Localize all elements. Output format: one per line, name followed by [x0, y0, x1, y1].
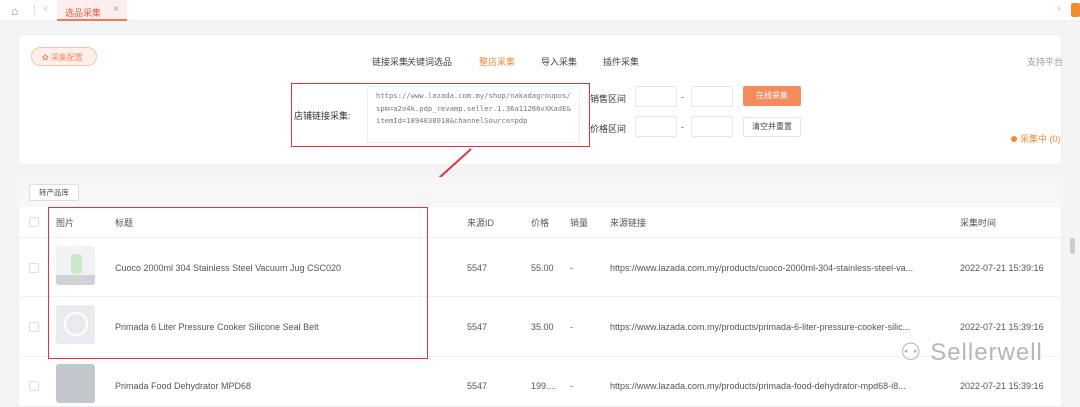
watermark-text: Sellerwell [930, 339, 1043, 366]
side-panel-toggle[interactable] [1071, 3, 1080, 17]
header-collect-time: 采集时间 [960, 218, 997, 228]
support-platform-link[interactable]: 支持平台 [1027, 55, 1063, 68]
header-price: 价格 [531, 218, 550, 228]
tab-product-collection[interactable]: 选品采集 × [57, 0, 127, 21]
sales-max-input[interactable] [691, 86, 733, 107]
status-text: 采集中 (0) [1020, 134, 1061, 144]
home-icon[interactable]: ⌂ [11, 4, 18, 18]
watermark: ⚇ Sellerwell [900, 338, 1043, 367]
gear-icon: ✿ [42, 53, 51, 62]
source-id: 5547 [467, 263, 488, 273]
select-all-checkbox[interactable] [29, 217, 39, 227]
header-source-link: 来源链接 [610, 218, 647, 228]
collecting-status[interactable]: 采集中 (0) [1011, 132, 1061, 145]
tab-bar [0, 0, 1080, 21]
row-checkbox[interactable] [29, 322, 39, 332]
store-link-label: 店铺链接采集: [294, 111, 351, 121]
collect-time: 2022-07-21 15:39:16 [960, 322, 1044, 332]
range-separator: - [681, 92, 684, 102]
source-id: 5547 [467, 381, 488, 391]
scrollbar[interactable] [1070, 238, 1075, 254]
store-link-input[interactable]: https://www.lazada.com.my/shop/nakadagro… [367, 86, 580, 143]
tab-plugin-collect[interactable]: 插件采集 [603, 55, 639, 68]
price: 199.... [531, 381, 557, 391]
row-checkbox[interactable] [29, 263, 39, 273]
range-separator: - [681, 122, 684, 132]
close-icon[interactable]: × [113, 4, 119, 15]
sales: - [570, 263, 573, 273]
config-button[interactable]: ✿ 采集配置 [31, 47, 97, 66]
product-title[interactable]: Primada Food Dehydrator MPD68 [115, 381, 251, 391]
source-link[interactable]: https://www.lazada.com.my/products/prima… [610, 381, 906, 391]
sales-range-label: 销售区间 [590, 94, 627, 104]
highlight-box [48, 207, 428, 359]
tab-store-collect[interactable]: 整店采集 [479, 55, 515, 68]
tab-link-collect[interactable]: 链接采集 [372, 55, 408, 68]
row-checkbox[interactable] [29, 381, 39, 391]
tab-import-collect[interactable]: 导入采集 [541, 55, 577, 68]
collect-online-button[interactable]: 在线采集 [743, 86, 801, 106]
header-source-id: 来源ID [467, 218, 495, 228]
clear-reset-button[interactable]: 清空并重置 [743, 117, 801, 137]
price-max-input[interactable] [691, 116, 733, 137]
source-link[interactable]: https://www.lazada.com.my/products/cuoco… [610, 263, 913, 273]
price: 35.00 [531, 322, 554, 332]
table-toolbar [18, 177, 1062, 207]
header-sales: 销量 [570, 218, 589, 228]
collect-time: 2022-07-21 15:39:16 [960, 381, 1044, 391]
config-label: 采集配置 [50, 53, 83, 62]
wechat-icon: ⚇ [900, 339, 931, 366]
transfer-to-library-button[interactable]: 转产品库 [29, 184, 79, 201]
product-image [56, 364, 95, 403]
price-min-input[interactable] [635, 116, 677, 137]
source-id: 5547 [467, 322, 488, 332]
source-link[interactable]: https://www.lazada.com.my/products/prima… [610, 322, 910, 332]
price-range-label: 价格区间 [590, 124, 627, 134]
sales-min-input[interactable] [635, 86, 677, 107]
chevron-right-icon[interactable]: › [1057, 3, 1061, 15]
collect-time: 2022-07-21 15:39:16 [960, 263, 1044, 273]
chevron-left-icon[interactable]: ‹ [44, 3, 48, 15]
tab-label: 选品采集 [65, 8, 102, 18]
divider [34, 5, 35, 15]
status-dot-icon [1011, 136, 1017, 142]
tab-keyword-select[interactable]: 关键词选品 [407, 55, 452, 68]
price: 55.00 [531, 263, 554, 273]
sales: - [570, 322, 573, 332]
sales: - [570, 381, 573, 391]
